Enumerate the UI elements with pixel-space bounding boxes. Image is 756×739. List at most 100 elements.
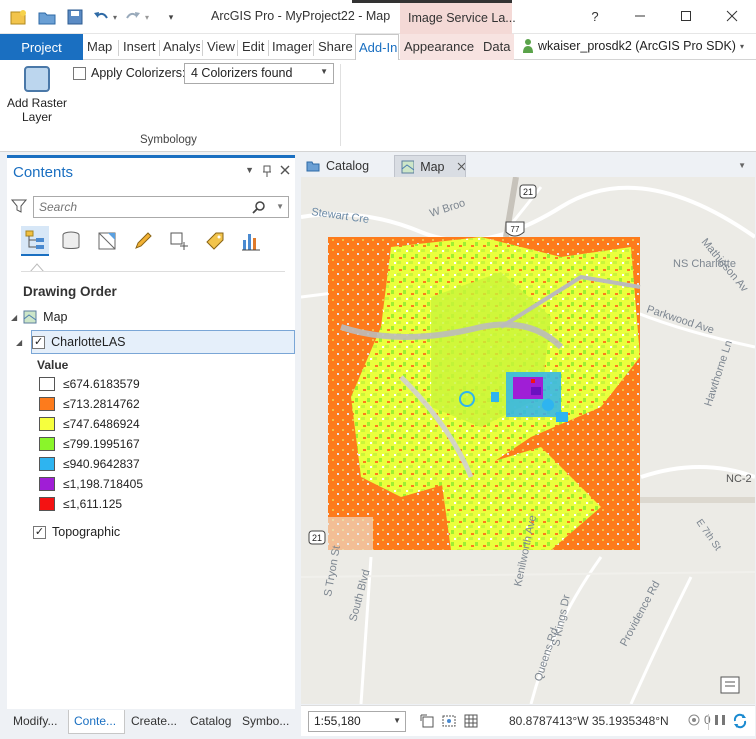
tab-insert[interactable]: Insert	[123, 39, 156, 54]
tab-separator	[237, 40, 238, 56]
tab-analysis[interactable]: Analys	[163, 39, 200, 54]
legend-item: ≤674.6183579	[39, 377, 140, 391]
tab-imagery[interactable]: Imagery	[272, 39, 312, 54]
layer-name: CharlotteLAS	[51, 335, 126, 349]
map-view[interactable]: 21 77 21 Stewart Cre W Broo NS Charlotte…	[301, 177, 755, 704]
legend-swatch	[39, 417, 55, 431]
map-canvas[interactable]: 21 77 21 Stewart Cre W Broo NS Charlotte…	[301, 177, 755, 704]
tab-separator	[268, 40, 269, 56]
context-tab-label: Image Service La...	[408, 11, 516, 25]
list-by-snapping-button[interactable]	[165, 226, 193, 256]
coordinate-readout: 80.8787413°W 35.1935348°N	[509, 714, 669, 728]
close-button[interactable]	[722, 6, 742, 26]
colorizers-dropdown[interactable]: 4 Colorizers found ▼	[184, 63, 334, 84]
collapse-icon[interactable]: ◢	[16, 338, 22, 347]
redo-icon[interactable]	[124, 8, 142, 26]
undo-dropdown-icon[interactable]: ▾	[110, 8, 120, 26]
search-field[interactable]: ▼	[33, 196, 289, 218]
legend-label: ≤940.9642837	[63, 457, 140, 471]
tab-data[interactable]: Data	[478, 34, 514, 60]
layer-row-topographic[interactable]: ✓ Topographic	[33, 525, 120, 539]
help-button[interactable]: ?	[585, 6, 605, 26]
map-tree-node[interactable]: ◢ Map	[11, 310, 67, 324]
view-tabs-menu-icon[interactable]: ▼	[738, 161, 746, 170]
scale-dropdown[interactable]: 1:55,180 ▼	[308, 711, 406, 732]
tab-add-in[interactable]: Add-In	[355, 34, 399, 61]
contents-pane: Contents ▼ ▼	[7, 155, 295, 709]
add-raster-layer-button[interactable]: Add Raster Layer	[5, 64, 69, 134]
tab-appearance[interactable]: Appearance	[400, 34, 478, 60]
drawing-order-icon	[25, 230, 44, 249]
search-icon[interactable]	[252, 200, 266, 214]
dock-tab-symbology[interactable]: Symbo...	[242, 714, 289, 728]
search-input[interactable]	[34, 197, 254, 217]
redo-dropdown-icon[interactable]: ▾	[142, 8, 152, 26]
legend-item: ≤747.6486924	[39, 417, 140, 431]
layer-visibility-checkbox[interactable]: ✓	[32, 335, 46, 349]
grid-icon[interactable]	[463, 713, 479, 729]
notifications-icon[interactable]	[720, 676, 740, 694]
pause-drawing-icon[interactable]	[713, 712, 727, 728]
chart-icon	[242, 234, 260, 251]
collapse-icon[interactable]: ◢	[11, 313, 17, 322]
svg-text:21: 21	[312, 533, 322, 543]
tab-edit[interactable]: Edit	[242, 39, 264, 54]
pane-menu-icon[interactable]: ▼	[245, 165, 254, 177]
scale-value: 1:55,180	[314, 714, 361, 728]
list-by-selection-button[interactable]	[93, 226, 121, 256]
undo-icon[interactable]	[92, 8, 110, 26]
fixed-zoom-icon[interactable]	[419, 713, 435, 729]
layer-visibility-checkbox[interactable]: ✓	[33, 525, 46, 539]
app-title: ArcGIS Pro - MyProject22 - Map	[211, 9, 391, 23]
maximize-button[interactable]	[676, 6, 696, 26]
new-project-icon[interactable]	[10, 8, 28, 26]
apply-colorizers-checkbox[interactable]	[73, 66, 86, 80]
dock-tab-create[interactable]: Create...	[131, 714, 177, 728]
legend-label: ≤674.6183579	[63, 377, 140, 391]
tab-view[interactable]: View	[207, 39, 235, 54]
ribbon-tab-row: Project Map Insert Analys View Edit Imag…	[0, 34, 756, 61]
database-icon	[62, 231, 80, 249]
contents-toolbar	[21, 226, 265, 260]
map-tab-label: Map	[420, 159, 445, 174]
close-icon[interactable]	[457, 162, 465, 171]
selection-icon	[98, 232, 116, 250]
list-by-charts-button[interactable]	[237, 226, 265, 256]
search-options-icon[interactable]: ▼	[276, 202, 284, 211]
pin-icon[interactable]	[262, 165, 272, 177]
save-icon[interactable]	[66, 8, 84, 26]
refresh-icon[interactable]	[731, 712, 749, 730]
list-by-source-button[interactable]	[57, 226, 85, 256]
close-icon[interactable]	[280, 165, 290, 175]
list-by-drawing-order-button[interactable]	[21, 226, 49, 256]
tab-map-view[interactable]: Map	[394, 155, 466, 177]
dock-tab-modify[interactable]: Modify...	[13, 714, 57, 728]
list-by-editing-button[interactable]	[129, 226, 157, 256]
tab-share[interactable]: Share	[318, 39, 353, 54]
tab-project[interactable]: Project	[0, 34, 83, 60]
pencil-icon	[135, 232, 152, 249]
dock-tab-catalog[interactable]: Catalog	[190, 714, 231, 728]
dock-tab-contents[interactable]: Conte...	[74, 714, 116, 728]
tab-catalog-view[interactable]: Catalog	[300, 155, 392, 177]
customize-quick-access-icon[interactable]: ▾	[162, 8, 180, 26]
legend-swatch	[39, 397, 55, 411]
tab-map[interactable]: Map	[87, 39, 112, 54]
minimize-button[interactable]	[630, 6, 650, 26]
workspace: Contents ▼ ▼	[0, 152, 756, 739]
user-dropdown-icon[interactable]: ▾	[740, 42, 744, 51]
svg-text:21: 21	[523, 187, 533, 197]
full-extent-icon[interactable]	[441, 713, 457, 729]
label-nc-27: NC-2	[726, 473, 752, 485]
layer-row-charlottelas[interactable]: ◢ ✓ CharlotteLAS	[16, 330, 295, 354]
apply-colorizers-toggle[interactable]: Apply Colorizers:	[73, 66, 185, 80]
svg-text:77: 77	[511, 225, 520, 234]
list-by-labeling-button[interactable]	[201, 226, 229, 256]
add-raster-layer-label: Add Raster Layer	[6, 96, 68, 124]
open-project-icon[interactable]	[38, 8, 56, 26]
user-account[interactable]: wkaiser_prosdk2 (ArcGIS Pro SDK) ▾	[522, 38, 744, 54]
chevron-down-icon: ▼	[393, 716, 401, 725]
catalog-tab-label: Catalog	[326, 159, 370, 173]
legend-label: ≤1,198.718405	[63, 477, 143, 491]
filter-icon[interactable]	[10, 198, 28, 217]
